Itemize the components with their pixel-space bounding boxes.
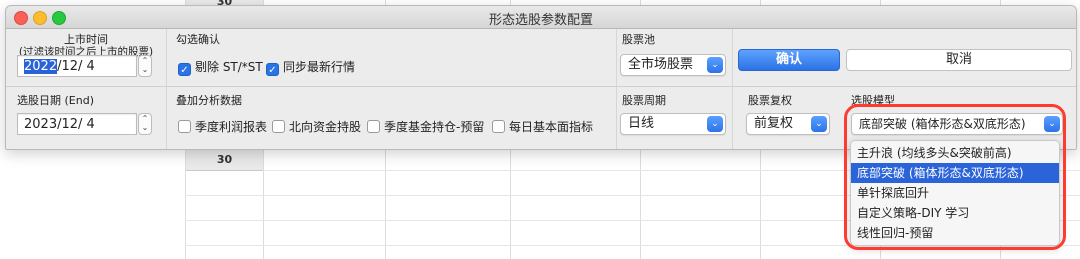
- overlay-section-label: 叠加分析数据: [176, 94, 242, 107]
- adjust-label: 股票复权: [748, 94, 792, 107]
- window-title: 形态选股参数配置: [488, 13, 593, 28]
- adjust-select[interactable]: 前复权 ⌄: [746, 113, 830, 135]
- sync-quotes-checkbox[interactable]: ✓ 同步最新行情: [266, 58, 355, 76]
- confirm-section-label: 勾选确认: [176, 33, 220, 46]
- listing-date-field[interactable]: 2022/12/ 4: [17, 55, 137, 77]
- chevron-down-icon: ⌄: [707, 116, 723, 132]
- listing-date-rest: /12/ 4: [57, 59, 95, 74]
- divider: [166, 29, 167, 149]
- northbound-holding-checkbox[interactable]: 北向资金持股: [272, 118, 361, 135]
- divider: [732, 29, 733, 149]
- select-date-stepper[interactable]: ⌃ ⌄: [138, 113, 152, 135]
- chevron-down-icon: ⌄: [707, 57, 723, 73]
- stock-pool-label: 股票池: [622, 33, 655, 46]
- highlight-annotation: [844, 104, 1066, 250]
- divider: [6, 86, 1076, 87]
- quarterly-profit-checkbox[interactable]: 季度利润报表: [178, 118, 267, 135]
- divider: [616, 29, 617, 149]
- checkbox-unchecked-icon: [492, 120, 505, 133]
- row-number-cell: 30: [186, 150, 263, 171]
- exclude-st-checkbox[interactable]: ✓ 剔除 ST/*ST: [178, 58, 263, 76]
- title-bar: 形态选股参数配置: [6, 6, 1076, 29]
- checkbox-unchecked-icon: [178, 120, 191, 133]
- period-label: 股票周期: [622, 94, 666, 107]
- fund-holding-checkbox[interactable]: 季度基金持仓-预留: [367, 118, 484, 135]
- confirm-button[interactable]: 确认: [738, 49, 840, 71]
- stock-pool-select[interactable]: 全市场股票 ⌄: [620, 54, 726, 76]
- listing-date-stepper[interactable]: ⌃ ⌄: [138, 55, 152, 77]
- checkbox-unchecked-icon: [272, 120, 285, 133]
- select-date-field[interactable]: 2023/12/ 4: [17, 113, 137, 135]
- select-date-label: 选股日期 (End): [17, 94, 94, 107]
- cancel-button[interactable]: 取消: [846, 49, 1072, 71]
- chevron-down-icon: ⌄: [811, 116, 827, 132]
- daily-fundamentals-checkbox[interactable]: 每日基本面指标: [492, 118, 593, 135]
- checkbox-checked-icon: ✓: [266, 63, 279, 76]
- checkbox-unchecked-icon: [367, 120, 380, 133]
- checkbox-checked-icon: ✓: [178, 63, 191, 76]
- listing-date-year: 2022: [24, 59, 58, 74]
- period-select[interactable]: 日线 ⌄: [620, 113, 726, 135]
